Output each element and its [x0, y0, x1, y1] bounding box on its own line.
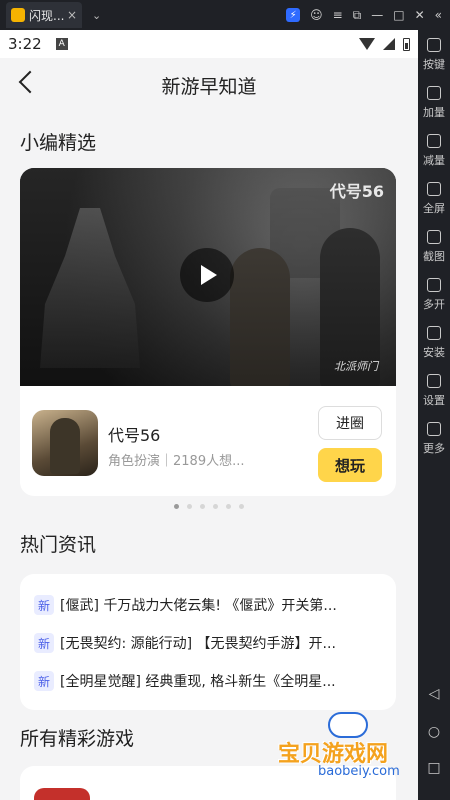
carousel-dot[interactable] — [174, 504, 179, 509]
gamepad-icon — [328, 712, 368, 738]
volume-down-icon — [427, 134, 441, 148]
side-install-button[interactable]: 安装 — [423, 322, 445, 370]
menu-icon[interactable]: ≡ — [333, 8, 343, 22]
game-icon[interactable] — [32, 410, 98, 476]
more-icon — [427, 422, 441, 436]
want-to-play-button[interactable]: 想玩 — [318, 448, 382, 482]
status-bar: 3:22 A — [0, 30, 418, 58]
close-tab-icon[interactable]: × — [67, 8, 77, 22]
close-window-icon[interactable]: ✕ — [415, 8, 425, 22]
emulator-side-toolbar: 按键 加量 减量 全屏 截图 多开 安装 设置 更多 ◁ ○ □ — [418, 30, 450, 800]
restore-icon[interactable]: ⧉ — [353, 8, 362, 23]
wifi-icon — [359, 38, 375, 50]
minimize-icon[interactable]: — — [371, 8, 383, 22]
news-section-title: 热门资讯 — [20, 534, 97, 556]
carousel-dot[interactable] — [187, 504, 192, 509]
side-settings-button[interactable]: 设置 — [423, 370, 445, 418]
game-thumbnail[interactable] — [34, 788, 90, 800]
status-time: 3:22 — [8, 35, 42, 53]
install-apk-icon — [427, 326, 441, 340]
carousel-indicator — [0, 504, 418, 509]
battery-icon — [403, 37, 410, 51]
all-games-section-title: 所有精彩游戏 — [20, 728, 135, 750]
side-fullscreen-button[interactable]: 全屏 — [423, 178, 445, 226]
featured-video[interactable]: 代号56 北派师门 — [20, 168, 396, 386]
emulator-tab[interactable]: 闪现... × — [6, 2, 82, 28]
featured-game-card[interactable]: 代号56 北派师门 代号56 角色扮演｜2189人想... 进圈 想玩 — [20, 168, 396, 496]
boost-icon[interactable]: ⚡ — [286, 8, 301, 22]
featured-game-row: 代号56 角色扮演｜2189人想... 进圈 想玩 — [20, 386, 396, 496]
game-name[interactable]: 代号56 — [108, 422, 160, 446]
news-headline[interactable]: [无畏契约: 源能行动] 【无畏契约手游】开... — [60, 633, 384, 653]
page-title: 新游早知道 — [161, 75, 257, 98]
side-more-button[interactable]: 更多 — [423, 418, 445, 466]
news-card: 新 [偃武] 千万战力大佬云集! 《偃武》开关第... 新 [无畏契约: 源能行… — [20, 574, 396, 710]
chevron-down-icon[interactable]: ⌄ — [92, 9, 101, 22]
app-logo-icon — [11, 8, 25, 22]
side-keyboard-button[interactable]: 按键 — [423, 34, 445, 82]
news-item[interactable]: 新 [全明星觉醒] 经典重现, 格斗新生《全明星... — [34, 662, 396, 700]
carousel-dot[interactable] — [200, 504, 205, 509]
maximize-icon[interactable]: □ — [393, 8, 404, 22]
page-header: 新游早知道 — [0, 58, 418, 112]
carousel-dot[interactable] — [239, 504, 244, 509]
featured-section-title: 小编精选 — [20, 132, 97, 154]
nav-home-icon[interactable]: ○ — [418, 724, 450, 740]
multi-instance-icon — [427, 278, 441, 292]
side-volume-down-button[interactable]: 减量 — [423, 130, 445, 178]
news-item[interactable]: 新 [无畏契约: 源能行动] 【无畏契约手游】开... — [34, 624, 396, 662]
volume-up-icon — [427, 86, 441, 100]
news-headline[interactable]: [全明星觉醒] 经典重现, 格斗新生《全明星... — [60, 671, 384, 691]
settings-icon — [427, 374, 441, 388]
screenshot-icon — [427, 230, 441, 244]
fullscreen-icon — [427, 182, 441, 196]
new-badge: 新 — [34, 595, 54, 615]
watermark-logo: 宝贝游戏网 baobeiy.com — [278, 708, 428, 788]
collapse-sidebar-icon[interactable]: « — [435, 8, 442, 22]
enter-circle-button[interactable]: 进圈 — [318, 406, 382, 440]
keyboard-icon — [427, 38, 441, 52]
news-item[interactable]: 新 [偃武] 千万战力大佬云集! 《偃武》开关第... — [34, 586, 396, 624]
video-game-logo: 代号56 — [329, 182, 384, 201]
new-badge: 新 — [34, 671, 54, 691]
notification-a-icon: A — [55, 38, 68, 50]
carousel-dot[interactable] — [226, 504, 231, 509]
play-button-icon[interactable] — [180, 248, 234, 302]
emulator-title-bar: 闪现... × ⌄ ⚡ ☺ ≡ ⧉ — □ ✕ « — [0, 0, 450, 30]
emulator-tab-title: 闪现... — [29, 8, 65, 23]
nav-recents-icon[interactable]: □ — [418, 760, 450, 776]
game-meta: 角色扮演｜2189人想... — [108, 454, 245, 469]
video-signature: 北派师门 — [334, 360, 378, 373]
signal-icon — [383, 38, 395, 50]
new-badge: 新 — [34, 633, 54, 653]
carousel-dot[interactable] — [213, 504, 218, 509]
side-screenshot-button[interactable]: 截图 — [423, 226, 445, 274]
nav-back-icon[interactable]: ◁ — [418, 686, 450, 702]
watermark-url: baobeiy.com — [318, 764, 400, 779]
side-multi-instance-button[interactable]: 多开 — [423, 274, 445, 322]
window-controls: ⚡ ☺ ≡ ⧉ — □ ✕ « — [286, 8, 450, 23]
account-icon[interactable]: ☺ — [310, 8, 323, 22]
news-headline[interactable]: [偃武] 千万战力大佬云集! 《偃武》开关第... — [60, 595, 384, 615]
side-volume-up-button[interactable]: 加量 — [423, 82, 445, 130]
